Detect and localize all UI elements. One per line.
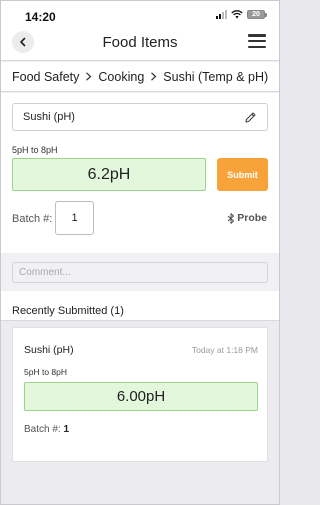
status-bar: 14:20 20: [1, 1, 279, 27]
back-chevron-icon: [20, 37, 26, 47]
bluetooth-icon: [227, 212, 235, 224]
probe-button[interactable]: Probe: [227, 212, 267, 224]
chevron-right-icon: [86, 72, 92, 81]
hamburger-menu-icon[interactable]: [248, 34, 266, 48]
recent-submissions-title: Recently Submitted (1): [12, 305, 124, 317]
submission-timestamp: Today at 1:18 PM: [191, 345, 258, 355]
item-name-label: Sushi (pH): [23, 111, 75, 123]
signal-icon: [216, 10, 227, 19]
submission-range: 5pH to 8pH: [24, 367, 67, 377]
app-screen: 14:20 20 Food Items Food Safety Cooking …: [0, 0, 280, 505]
ph-value-input[interactable]: 6.2pH: [12, 158, 206, 191]
submission-batch-label: Batch #:: [24, 424, 61, 435]
range-label: 5pH to 8pH: [12, 145, 58, 155]
breadcrumb-item-food-safety[interactable]: Food Safety: [12, 70, 79, 84]
batch-label: Batch #:: [12, 213, 53, 225]
submission-item-name: Sushi (pH): [24, 344, 74, 356]
comment-input[interactable]: Comment...: [12, 262, 268, 283]
page-title: Food Items: [102, 34, 178, 51]
pencil-icon[interactable]: [244, 111, 257, 124]
battery-icon: 20: [247, 10, 267, 19]
recent-submissions-panel: Sushi (pH) Today at 1:18 PM 5pH to 8pH 6…: [1, 320, 279, 504]
submission-value: 6.00pH: [24, 382, 258, 411]
nav-bar: Food Items: [1, 27, 279, 61]
submission-batch: Batch #: 1: [24, 424, 69, 435]
chevron-right-icon: [151, 72, 157, 81]
back-button[interactable]: [12, 31, 34, 53]
breadcrumb: Food Safety Cooking Sushi (Temp & pH): [1, 62, 279, 92]
wifi-icon: [231, 10, 243, 19]
probe-label: Probe: [237, 212, 267, 224]
submit-button[interactable]: Submit: [217, 158, 268, 191]
status-icons: 20: [216, 10, 267, 19]
batch-number-input[interactable]: 1: [55, 201, 94, 235]
submission-batch-value: 1: [63, 424, 70, 435]
breadcrumb-item-cooking[interactable]: Cooking: [98, 70, 144, 84]
main-content: Sushi (pH) 5pH to 8pH 6.2pH Submit Batch…: [1, 93, 279, 504]
status-time: 14:20: [25, 10, 56, 24]
breadcrumb-item-sushi[interactable]: Sushi (Temp & pH): [163, 70, 268, 84]
submission-card: Sushi (pH) Today at 1:18 PM 5pH to 8pH 6…: [12, 327, 268, 462]
item-name-field[interactable]: Sushi (pH): [12, 103, 268, 131]
